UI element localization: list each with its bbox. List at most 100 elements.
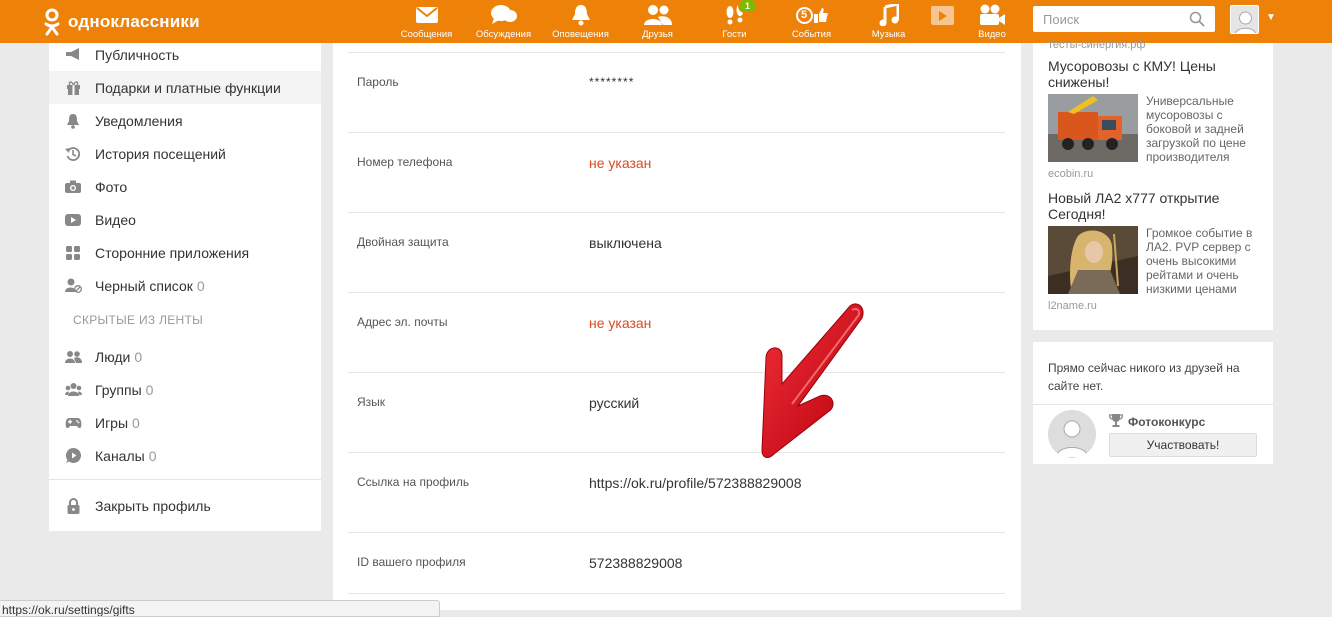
- nav-guests[interactable]: 1 Гости: [696, 0, 773, 43]
- groups-icon: [64, 381, 82, 399]
- row-value: не указан: [589, 155, 652, 171]
- play-icon: [64, 211, 82, 229]
- settings-row-profile-link[interactable]: Ссылка на профиль https://ok.ru/profile/…: [348, 452, 1005, 532]
- blocked-user-icon: [64, 277, 82, 295]
- row-value: не указан: [589, 315, 652, 331]
- settings-row-language[interactable]: Язык русский: [348, 372, 1005, 452]
- sidebar-item-label: Уведомления: [95, 112, 183, 129]
- ad-source[interactable]: l2name.ru: [1048, 300, 1097, 312]
- nav-label: Гости: [722, 29, 747, 40]
- main-nav: Сообщения Обсуждения Оповещения Друзья 1: [388, 0, 1027, 43]
- contest-avatar[interactable]: [1048, 410, 1096, 458]
- nav-label: Обсуждения: [475, 29, 532, 40]
- nav-video-player[interactable]: [927, 0, 957, 43]
- nav-events[interactable]: 5 События: [773, 0, 850, 43]
- close-profile-label: Закрыть профиль: [95, 497, 211, 514]
- ad-source[interactable]: тесты-синергия.рф: [1048, 39, 1145, 51]
- sidebar-item-label: Черный список: [95, 277, 193, 294]
- sidebar-item-hidden-channels[interactable]: Каналы 0: [49, 439, 321, 472]
- browser-status-url: https://ok.ru/settings/gifts: [0, 600, 440, 617]
- row-label: ID вашего профиля: [357, 555, 466, 569]
- garbage-truck-image[interactable]: [1048, 94, 1138, 162]
- hidden-channels-count: 0: [148, 447, 157, 464]
- sidebar-item-hidden-people[interactable]: Люди 0: [49, 340, 321, 373]
- contest-title[interactable]: Фотоконкурс: [1108, 413, 1206, 430]
- music-note-icon: [879, 4, 899, 26]
- video-play-icon: [930, 4, 954, 26]
- divider: [348, 593, 1005, 594]
- settings-row-phone[interactable]: Номер телефона не указан: [348, 132, 1005, 212]
- sidebar-item-video[interactable]: Видео: [49, 203, 321, 236]
- sidebar-item-apps[interactable]: Сторонние приложения: [49, 236, 321, 269]
- sidebar-item-label: Группы: [95, 381, 142, 398]
- nav-notifications[interactable]: Оповещения: [542, 0, 619, 43]
- ad-title[interactable]: Новый ЛА2 x777 открытие Сегодня!: [1048, 190, 1263, 222]
- row-value: русский: [589, 395, 640, 411]
- video-camera-icon: [978, 4, 1006, 26]
- fantasy-warrior-image[interactable]: [1048, 226, 1138, 294]
- ad-description[interactable]: Громкое событие в ЛА2. PVP сервер с очен…: [1146, 226, 1266, 296]
- divider: [49, 479, 321, 480]
- row-label: Ссылка на профиль: [357, 475, 470, 489]
- user-avatar[interactable]: [1230, 5, 1259, 34]
- sidebar-item-hidden-games[interactable]: Игры 0: [49, 406, 321, 439]
- thumbs-up-icon: 5: [795, 4, 828, 26]
- friends-online-text: Прямо сейчас никого из друзей на сайте н…: [1048, 361, 1240, 393]
- close-profile-item[interactable]: Закрыть профиль: [49, 489, 321, 522]
- channel-play-icon: [64, 447, 82, 465]
- friends-icon: [643, 4, 672, 26]
- nav-music[interactable]: Музыка: [850, 0, 927, 43]
- row-value: выключена: [589, 235, 662, 251]
- nav-discussions[interactable]: Обсуждения: [465, 0, 542, 43]
- envelope-icon: [415, 4, 438, 26]
- search-icon[interactable]: [1189, 11, 1205, 32]
- nav-label: События: [791, 29, 832, 40]
- sidebar-item-label: Каналы: [95, 447, 145, 464]
- row-label: Двойная защита: [357, 235, 449, 249]
- sidebar-item-history[interactable]: История посещений: [49, 137, 321, 170]
- trophy-icon: [1108, 413, 1124, 430]
- search-input[interactable]: [1043, 11, 1183, 27]
- nav-messages[interactable]: Сообщения: [388, 0, 465, 43]
- chevron-down-icon[interactable]: ▼: [1266, 12, 1276, 23]
- nav-friends[interactable]: Друзья: [619, 0, 696, 43]
- gamepad-icon: [64, 414, 82, 432]
- sidebar-item-label: Сторонние приложения: [95, 244, 250, 261]
- participate-button[interactable]: Участвовать!: [1109, 433, 1257, 457]
- sidebar-item-photo[interactable]: Фото: [49, 170, 321, 203]
- logo-text: одноклассники: [68, 12, 200, 31]
- blacklist-count: 0: [196, 277, 205, 294]
- row-label: Адрес эл. почты: [357, 315, 448, 329]
- settings-panel: Пароль ******** Номер телефона не указан…: [333, 43, 1021, 610]
- search-box: [1033, 6, 1215, 32]
- settings-row-password[interactable]: Пароль ********: [348, 52, 1005, 132]
- camera-icon: [64, 178, 82, 196]
- sidebar-item-blacklist[interactable]: Черный список 0: [49, 269, 321, 302]
- nav-label: Видео: [978, 29, 1006, 40]
- sidebar-item-label: Публичность: [95, 46, 180, 63]
- sidebar-item-label: Люди: [95, 348, 131, 365]
- ad-title[interactable]: Мусоровозы с КМУ! Цены снижены!: [1048, 58, 1263, 90]
- bell-icon: [571, 4, 591, 26]
- ad-source[interactable]: ecobin.ru: [1048, 168, 1093, 180]
- row-value: 572388829008: [589, 555, 683, 571]
- ok-logo-icon: [42, 8, 62, 36]
- contest-title-label: Фотоконкурс: [1128, 414, 1206, 429]
- nav-video[interactable]: Видео: [957, 0, 1027, 43]
- logo[interactable]: одноклассники: [42, 8, 200, 36]
- sidebar-item-publicity[interactable]: Публичность: [49, 38, 321, 71]
- settings-row-profile-id[interactable]: ID вашего профиля 572388829008: [348, 532, 1005, 612]
- guests-badge: 1: [738, 0, 758, 13]
- nav-label: Музыка: [871, 29, 906, 40]
- bell-icon: [64, 112, 82, 130]
- row-label: Язык: [357, 395, 386, 409]
- sidebar-item-hidden-groups[interactable]: Группы 0: [49, 373, 321, 406]
- sidebar-item-notifications[interactable]: Уведомления: [49, 104, 321, 137]
- settings-row-two-factor[interactable]: Двойная защита выключена: [348, 212, 1005, 292]
- lock-icon: [64, 497, 82, 515]
- row-value: https://ok.ru/profile/572388829008: [589, 475, 802, 491]
- ad-description[interactable]: Универсальные мусоровозы с боковой и зад…: [1146, 94, 1266, 164]
- gift-icon: [64, 79, 82, 97]
- settings-row-email[interactable]: Адрес эл. почты не указан: [348, 292, 1005, 372]
- sidebar-item-gifts[interactable]: Подарки и платные функции: [49, 71, 321, 104]
